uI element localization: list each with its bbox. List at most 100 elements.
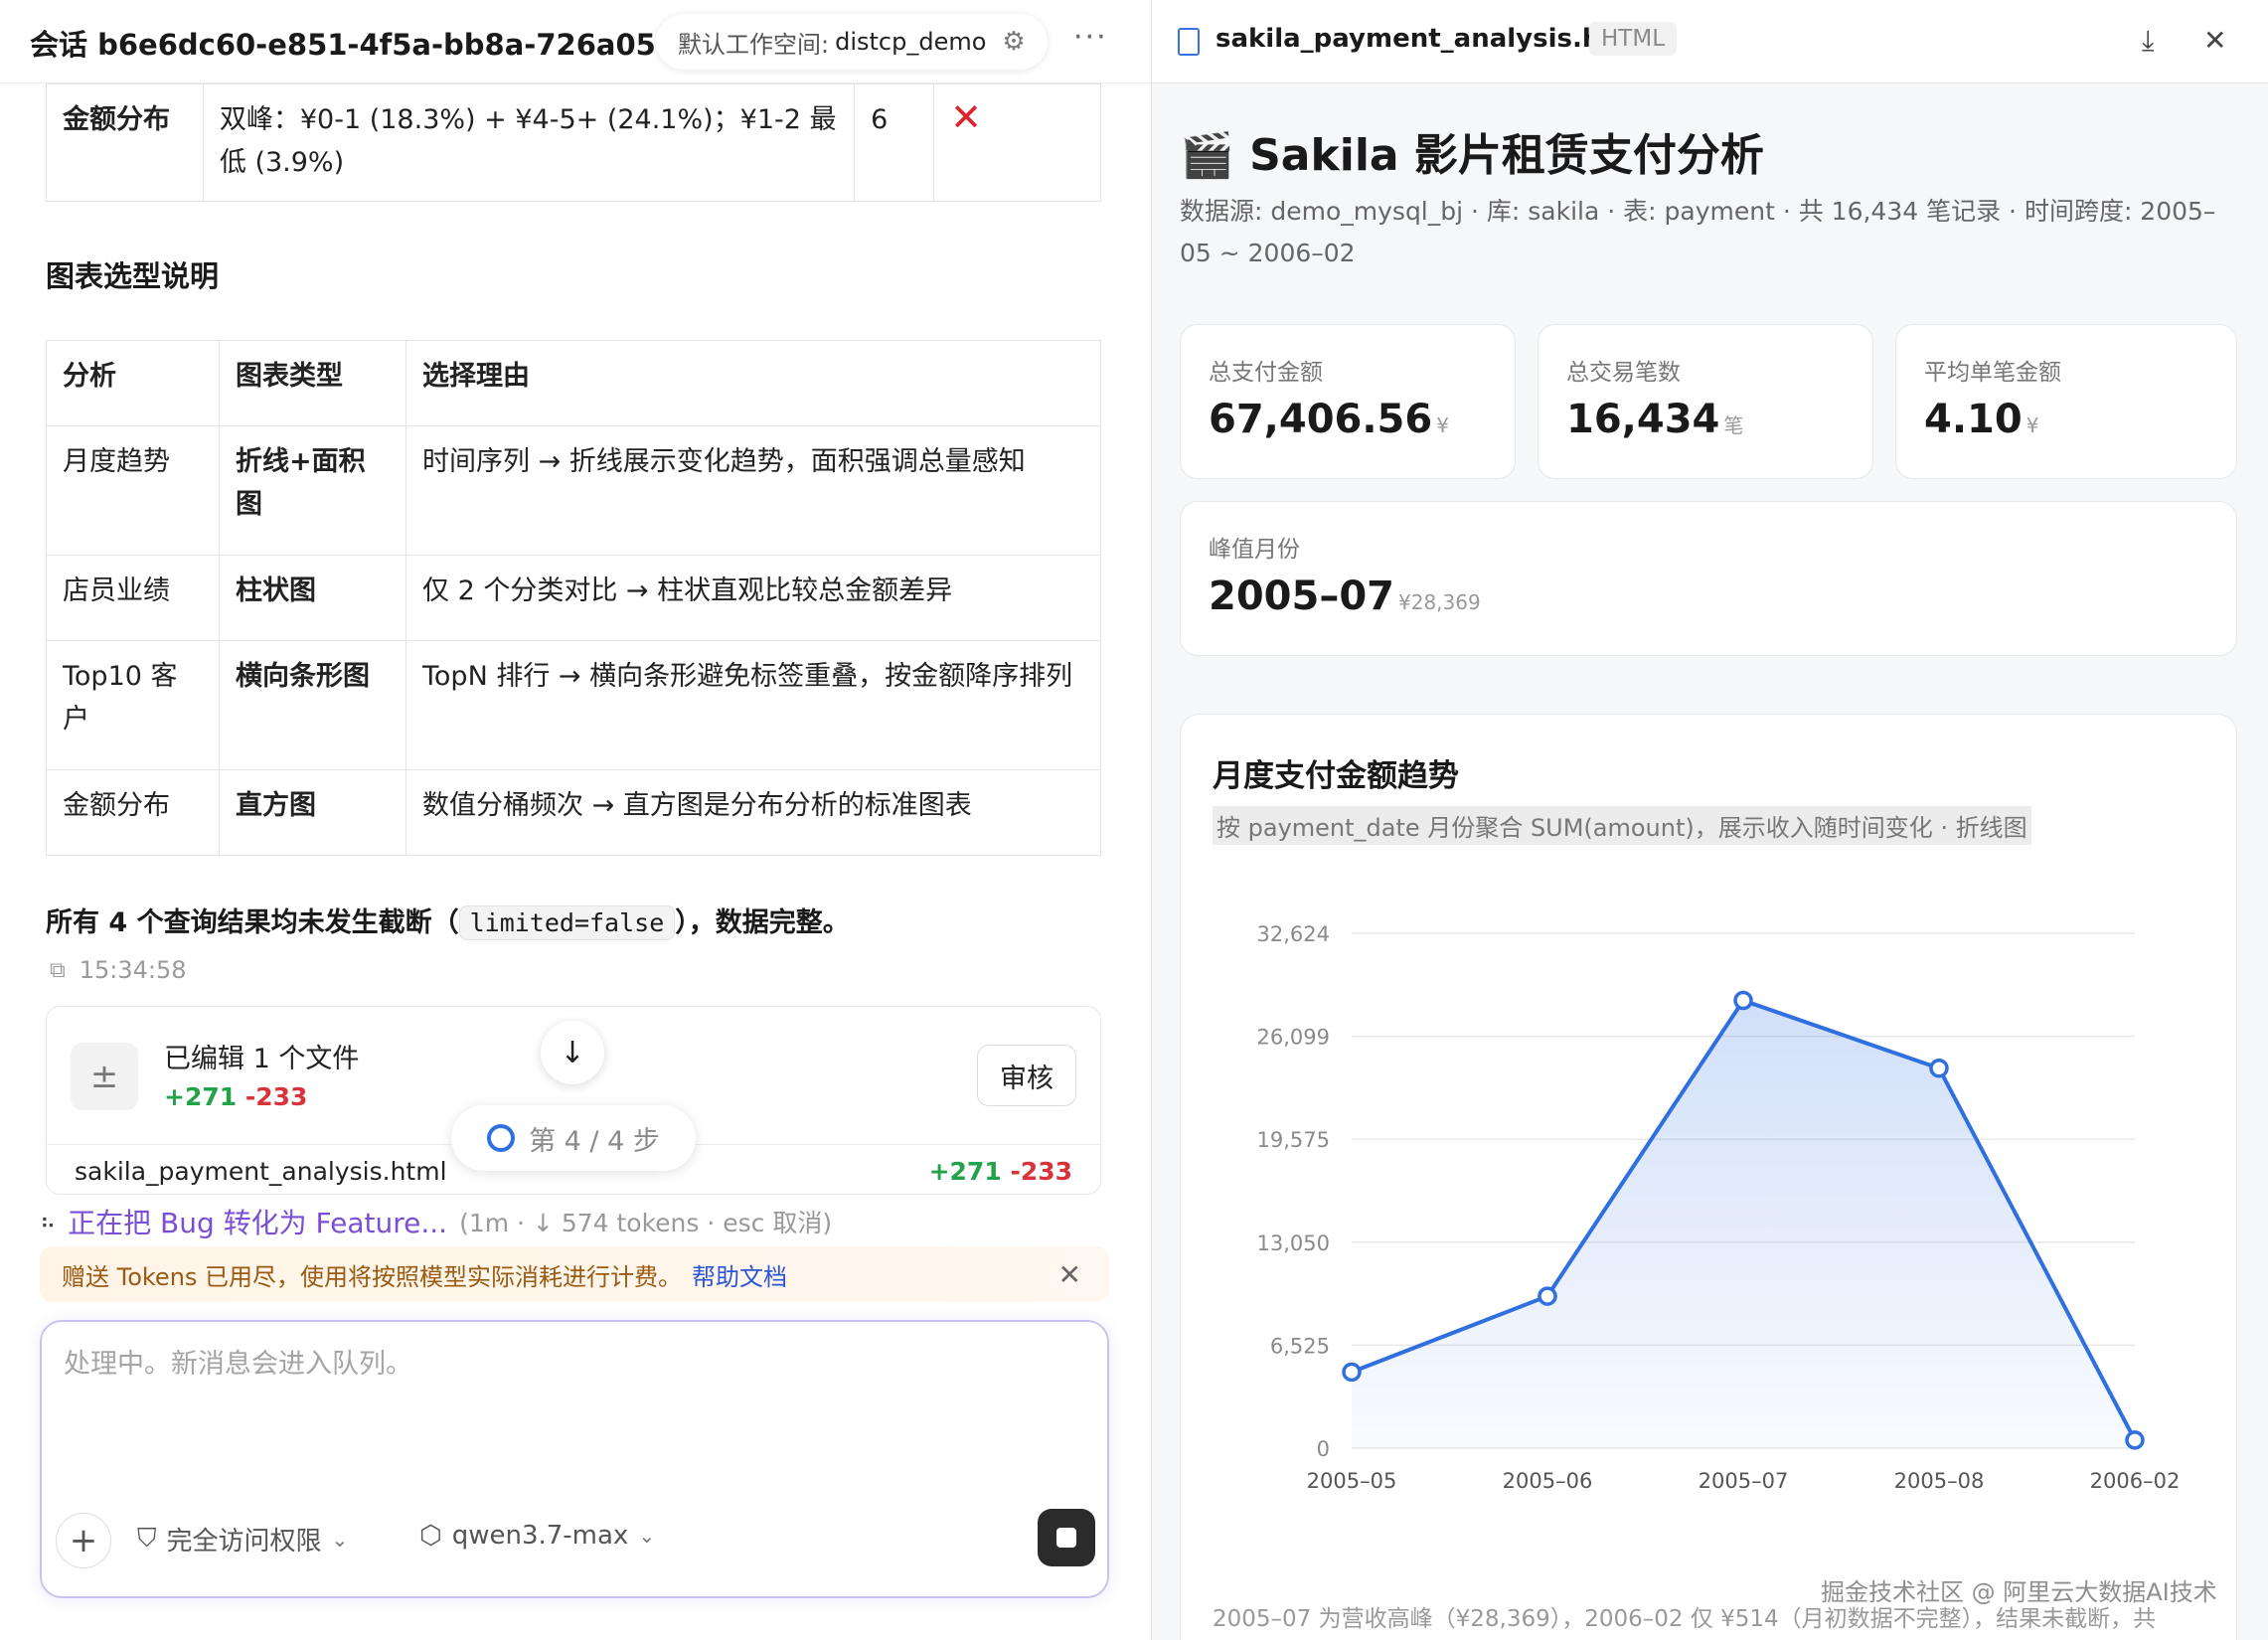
message-meta: ⧉ 15:34:58 bbox=[50, 956, 187, 984]
file-icon bbox=[1178, 28, 1200, 56]
x-tick-label: 2006–02 bbox=[2090, 1469, 2181, 1493]
lines-removed: -233 bbox=[1010, 1157, 1072, 1186]
file-diff-icon: ± bbox=[71, 1043, 138, 1110]
chat-panel: 会话 b6e6dc60-e851-4f5a-bb8a-726a051... 默认… bbox=[0, 0, 1151, 1640]
table-header: 图表类型 bbox=[219, 340, 406, 426]
file-type-badge: HTML bbox=[1589, 22, 1678, 56]
kpi-card: 总支付金额 67,406.56 ¥ bbox=[1180, 324, 1516, 479]
table-row: Top10 客户 横向条形图 TopN 排行 → 横向条形避免标签重叠，按金额降… bbox=[46, 640, 1101, 770]
workspace-selector[interactable]: 默认工作空间: distcp_demo ⚙ bbox=[656, 14, 1048, 70]
permission-label: 完全访问权限 bbox=[166, 1527, 322, 1557]
table-cell: 折线+面积图 bbox=[219, 425, 406, 556]
progress-ring-icon bbox=[487, 1124, 516, 1152]
inline-code: limited=false bbox=[458, 905, 676, 940]
note-prefix: 所有 4 个查询结果均未发生截断（ bbox=[46, 907, 459, 938]
line-chart: 0 6,525 13,050 19,575 26,099 32,624 2005–05 200… bbox=[1257, 922, 2181, 1493]
workspace-name: distcp_demo bbox=[835, 28, 987, 56]
note-suffix: ），数据完整。 bbox=[675, 907, 850, 938]
section-heading: 图表选型说明 bbox=[46, 259, 220, 293]
step-indicator: 第 4 / 4 步 bbox=[451, 1105, 696, 1171]
kpi-label: 平均单笔金额 bbox=[1924, 360, 2061, 386]
token-banner: 赠送 Tokens 已用尽，使用将按照模型实际消耗进行计费。 帮助文档 ✕ bbox=[40, 1246, 1109, 1302]
data-point bbox=[1733, 990, 1753, 1011]
x-tick-label: 2005–06 bbox=[1503, 1469, 1593, 1493]
banner-text: 赠送 Tokens 已用尽，使用将按照模型实际消耗进行计费。 bbox=[62, 1262, 683, 1291]
kpi-value: 2005–07 ¥28,369 bbox=[1209, 574, 1481, 619]
table-cell: 仅 2 个分类对比 → 柱状直观比较总金额差异 bbox=[405, 555, 1101, 641]
chart-subtitle: 按 payment_date 月份聚合 SUM(amount)，展示收入随时间变… bbox=[1213, 806, 2031, 845]
model-label: qwen3.7-max bbox=[451, 1521, 629, 1551]
chat-header: 会话 b6e6dc60-e851-4f5a-bb8a-726a051... 默认… bbox=[0, 0, 1151, 83]
shield-icon: ⛉ bbox=[137, 1524, 157, 1554]
table-header: 选择理由 bbox=[405, 340, 1101, 426]
x-tick-label: 2005–05 bbox=[1307, 1469, 1397, 1493]
chevron-down-icon: ⌄ bbox=[638, 1524, 656, 1548]
report-title: 🎬 Sakila 影片租赁支付分析 bbox=[1180, 130, 1764, 181]
edited-files-title: 已编辑 1 个文件 bbox=[164, 1044, 360, 1074]
model-dropdown[interactable]: ⬡ qwen3.7-max ⌄ bbox=[419, 1521, 655, 1551]
y-tick-label: 0 bbox=[1317, 1437, 1330, 1461]
prev-result-table: 金额分布 双峰：¥0-1 (18.3%) + ¥4-5+ (24.1%)；¥1-… bbox=[46, 83, 1101, 202]
table-row: 店员业绩 柱状图 仅 2 个分类对比 → 柱状直观比较总金额差异 bbox=[46, 555, 1101, 641]
report-subtitle: 数据源: demo_mysql_bj · 库: sakila · 表: paym… bbox=[1180, 197, 2216, 267]
chart-selection-table: 分析 图表类型 选择理由 月度趋势 折线+面积图 时间序列 → 折线展示变化趋势… bbox=[46, 340, 1101, 856]
kpi-value: 4.10 ¥ bbox=[1924, 397, 2039, 442]
download-icon[interactable]: ⤓ bbox=[2142, 24, 2154, 58]
stop-icon bbox=[1056, 1528, 1076, 1548]
kpi-unit: ¥ bbox=[1436, 413, 1449, 437]
scroll-to-bottom-button[interactable]: ↓ bbox=[541, 1021, 604, 1084]
table-cell: 月度趋势 bbox=[46, 425, 220, 556]
more-options-icon[interactable]: ··· bbox=[1073, 20, 1108, 55]
table-cell: 金额分布 bbox=[46, 83, 204, 202]
y-tick-label: 6,525 bbox=[1270, 1334, 1330, 1358]
table-row: 金额分布 双峰：¥0-1 (18.3%) + ¥4-5+ (24.1%)；¥1-… bbox=[46, 83, 1101, 202]
close-icon[interactable]: ✕ bbox=[1058, 1258, 1081, 1291]
kpi-value: 16,434 笔 bbox=[1566, 397, 1744, 442]
kpi-value: 67,406.56 ¥ bbox=[1209, 397, 1449, 442]
x-tick-label: 2005–07 bbox=[1699, 1469, 1789, 1493]
table-cell: TopN 排行 → 横向条形避免标签重叠，按金额降序排列 bbox=[405, 640, 1101, 770]
permission-dropdown[interactable]: ⛉ 完全访问权限 ⌄ bbox=[137, 1521, 348, 1558]
table-cell: Top10 客户 bbox=[46, 640, 220, 770]
y-tick-label: 26,099 bbox=[1257, 1026, 1330, 1050]
truncation-note: 所有 4 个查询结果均未发生截断（ limited=false ），数据完整。 bbox=[46, 901, 850, 940]
table-cell: 6 bbox=[854, 83, 935, 202]
spinner-icon: ⠦ bbox=[40, 1209, 57, 1234]
kpi-label: 总交易笔数 bbox=[1566, 360, 1681, 386]
review-button[interactable]: 审核 bbox=[977, 1045, 1076, 1106]
gear-icon[interactable]: ⚙ bbox=[1002, 27, 1025, 57]
kpi-card: 平均单笔金额 4.10 ¥ bbox=[1895, 324, 2237, 479]
help-docs-link[interactable]: 帮助文档 bbox=[692, 1257, 787, 1292]
file-diff-stats: +271 -233 bbox=[929, 1157, 1072, 1186]
diff-stats: +271 -233 bbox=[164, 1082, 307, 1111]
workspace-label: 默认工作空间: bbox=[678, 30, 830, 59]
status-meta: (1m · ↓ 574 tokens · esc 取消) bbox=[459, 1209, 833, 1237]
cube-icon: ⬡ bbox=[419, 1521, 442, 1551]
add-attachment-button[interactable]: + bbox=[56, 1513, 111, 1568]
kpi-unit: ¥28,369 bbox=[1398, 590, 1481, 614]
preview-panel: sakila_payment_analysis.html HTML ⤓ ✕ 🎬 … bbox=[1151, 0, 2268, 1640]
message-input[interactable] bbox=[64, 1342, 1077, 1471]
table-header-row: 分析 图表类型 选择理由 bbox=[46, 340, 1101, 426]
kpi-unit: 笔 bbox=[1723, 413, 1744, 437]
kpi-label: 总支付金额 bbox=[1209, 360, 1323, 386]
table-cell: 横向条形图 bbox=[219, 640, 406, 770]
y-tick-label: 32,624 bbox=[1257, 922, 1330, 946]
kpi-unit: ¥ bbox=[2025, 413, 2039, 437]
stop-button[interactable] bbox=[1038, 1509, 1095, 1566]
preview-file-name: sakila_payment_analysis.html bbox=[1215, 24, 1649, 54]
data-point bbox=[1929, 1059, 1949, 1078]
message-timestamp: 15:34:58 bbox=[79, 956, 187, 984]
table-row: 金额分布 直方图 数值分桶频次 → 直方图是分布分析的标准图表 bbox=[46, 769, 1101, 856]
close-icon[interactable]: ✕ bbox=[2203, 24, 2226, 57]
table-cell: 双峰：¥0-1 (18.3%) + ¥4-5+ (24.1%)；¥1-2 最低 … bbox=[202, 83, 856, 202]
table-cell: 店员业绩 bbox=[46, 555, 220, 641]
status-text: 正在把 Bug 转化为 Feature... bbox=[68, 1207, 448, 1239]
edited-file-name: sakila_payment_analysis.html bbox=[75, 1157, 447, 1186]
kpi-card-peak: 峰值月份 2005–07 ¥28,369 bbox=[1180, 501, 2237, 656]
preview-header: sakila_payment_analysis.html HTML ⤓ ✕ bbox=[1152, 0, 2268, 83]
data-point bbox=[2125, 1430, 2145, 1450]
copy-icon[interactable]: ⧉ bbox=[50, 958, 66, 983]
status-line: ⠦ 正在把 Bug 转化为 Feature... (1m · ↓ 574 tok… bbox=[40, 1197, 1133, 1246]
message-composer: + ⛉ 完全访问权限 ⌄ ⬡ qwen3.7-max ⌄ bbox=[40, 1320, 1109, 1598]
